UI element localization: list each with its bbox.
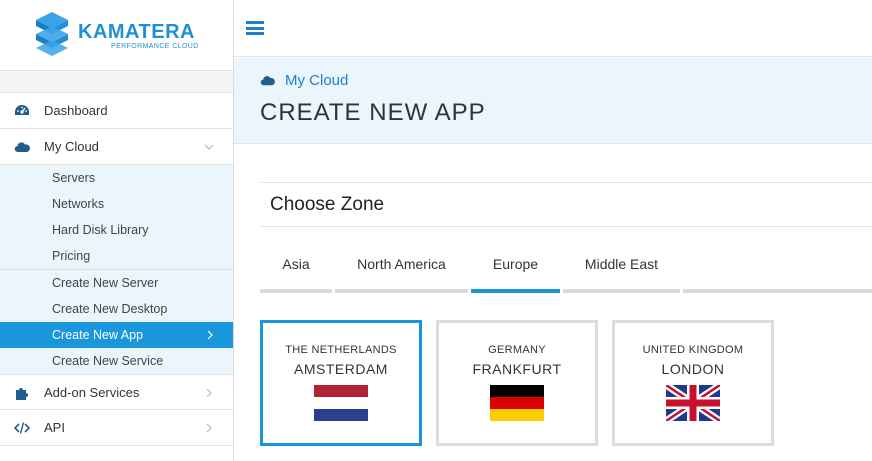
country-label: THE NETHERLANDS: [285, 344, 397, 356]
choose-zone-title: Choose Zone: [270, 194, 385, 215]
cloud-icon: [260, 76, 275, 86]
datacenter-card-amsterdam[interactable]: THE NETHERLANDS AMSTERDAM: [260, 320, 422, 446]
tab-spacer: [683, 245, 872, 293]
sidebar-subitem-networks[interactable]: Networks: [0, 191, 233, 217]
dashboard-gauge-icon: [15, 105, 29, 115]
tab-underline: [335, 289, 468, 293]
sidebar: KAMATERA PERFORMANCE CLOUD Dashboard My …: [0, 0, 234, 461]
brand-name: KAMATERA: [78, 21, 195, 43]
puzzle-icon: [16, 388, 28, 400]
datacenter-card-london[interactable]: UNITED KINGDOM LONDON: [612, 320, 774, 446]
chevron-right-icon: [207, 330, 213, 340]
sidebar-subitem-create-new-server[interactable]: Create New Server: [0, 270, 233, 296]
zone-tabs: Asia North America Europe Middle East: [260, 245, 872, 293]
sidebar-subitem-servers[interactable]: Servers: [0, 165, 233, 191]
sidebar-item-label: API: [44, 420, 65, 435]
code-icon: [14, 422, 30, 434]
sidebar-subitem-hard-disk-library[interactable]: Hard Disk Library: [0, 217, 233, 243]
tab-north-america[interactable]: North America: [335, 245, 468, 293]
sidebar-item-my-cloud[interactable]: My Cloud: [0, 129, 233, 165]
page-title: CREATE NEW APP: [260, 99, 486, 126]
breadcrumb[interactable]: My Cloud: [260, 72, 348, 89]
my-cloud-submenu: Servers Networks Hard Disk Library Prici…: [0, 165, 233, 374]
tab-label: Middle East: [584, 256, 659, 272]
tab-label: Asia: [282, 256, 310, 272]
chevron-right-icon: [206, 388, 212, 398]
city-label: LONDON: [661, 361, 725, 377]
datacenter-list: THE NETHERLANDS AMSTERDAM GERMANY FRANKF…: [260, 320, 872, 448]
page-header: My Cloud CREATE NEW APP: [234, 58, 872, 144]
brand-tagline: PERFORMANCE CLOUD: [111, 43, 199, 50]
tab-label: Europe: [492, 256, 539, 272]
top-bar: [234, 0, 872, 57]
sidebar-item-dashboard[interactable]: Dashboard: [0, 93, 233, 129]
kamatera-logo-icon: [36, 12, 68, 56]
tab-europe[interactable]: Europe: [471, 245, 560, 293]
app-root: KAMATERA PERFORMANCE CLOUD Dashboard My …: [0, 0, 872, 461]
uk-flag-icon: [666, 385, 720, 421]
sidebar-item-label: Dashboard: [44, 103, 108, 118]
sidebar-item-label: My Cloud: [44, 139, 99, 154]
germany-flag-icon: [490, 385, 544, 421]
sidebar-spacer: [0, 71, 233, 93]
chevron-right-icon: [206, 423, 212, 433]
sidebar-subitem-create-new-service[interactable]: Create New Service: [0, 348, 233, 374]
sidebar-subitem-create-new-app[interactable]: Create New App: [0, 322, 233, 348]
tab-underline: [563, 289, 680, 293]
tab-middle-east[interactable]: Middle East: [563, 245, 680, 293]
tab-underline-active: [471, 289, 560, 293]
sidebar-item-label: Add-on Services: [44, 384, 140, 400]
logo[interactable]: KAMATERA PERFORMANCE CLOUD: [0, 0, 233, 71]
datacenter-card-frankfurt[interactable]: GERMANY FRANKFURT: [436, 320, 598, 446]
cloud-icon: [14, 142, 30, 153]
tab-underline: [683, 289, 872, 293]
sidebar-subitem-label: Create New App: [52, 328, 144, 342]
sidebar-item-api[interactable]: API: [0, 410, 233, 446]
hamburger-menu-icon[interactable]: [246, 21, 264, 35]
city-label: FRANKFURT: [472, 361, 562, 377]
city-label: AMSTERDAM: [294, 361, 388, 377]
breadcrumb-label: My Cloud: [285, 72, 349, 89]
choose-zone-header: Choose Zone: [260, 182, 872, 227]
sidebar-subitem-create-new-desktop[interactable]: Create New Desktop: [0, 296, 233, 322]
country-label: UNITED KINGDOM: [642, 344, 744, 356]
chevron-down-icon: [204, 144, 214, 150]
tab-underline: [260, 289, 332, 293]
tab-label: North America: [357, 256, 446, 272]
sidebar-subitem-pricing[interactable]: Pricing: [0, 243, 233, 269]
netherlands-flag-icon: [314, 385, 368, 421]
country-label: GERMANY: [488, 344, 546, 356]
tab-asia[interactable]: Asia: [260, 245, 332, 293]
sidebar-item-add-on-services[interactable]: Add-on Services: [0, 374, 233, 410]
